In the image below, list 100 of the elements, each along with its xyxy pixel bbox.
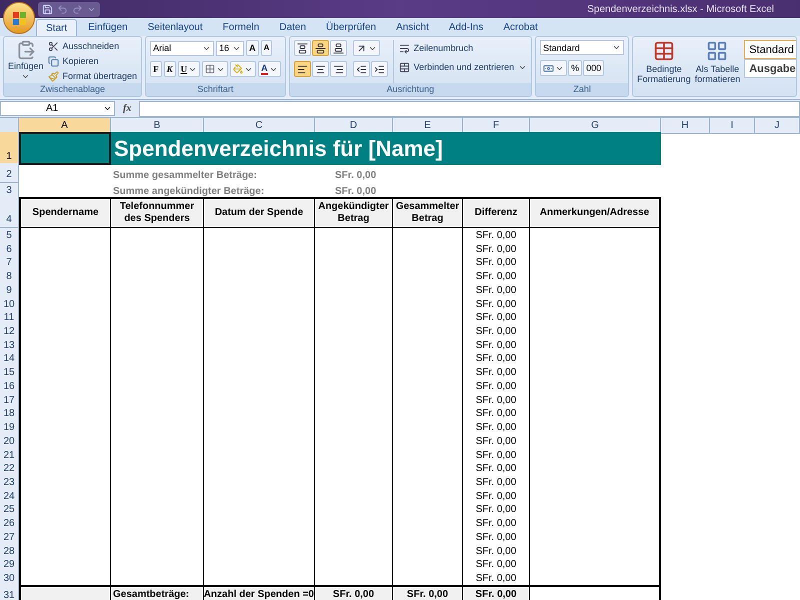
table-cell: SFr. 0,00: [463, 392, 530, 409]
save-icon[interactable]: [42, 4, 53, 14]
font-color-button[interactable]: A: [258, 61, 281, 77]
thousands-button[interactable]: 000: [583, 60, 604, 76]
underline-button[interactable]: U: [178, 61, 200, 77]
ribbon-tab[interactable]: Einfügen: [79, 19, 137, 36]
number-format-field[interactable]: Standard: [540, 40, 624, 55]
font-name-field[interactable]: Arial: [150, 40, 214, 56]
fill-color-button[interactable]: [230, 61, 256, 77]
selected-cell[interactable]: [19, 132, 111, 165]
bold-button[interactable]: F: [150, 61, 162, 77]
name-box[interactable]: A1: [0, 101, 115, 116]
align-middle-button[interactable]: [312, 40, 329, 56]
align-icon: [314, 42, 326, 54]
table-cell: SFr. 0,00: [463, 242, 530, 258]
paste-button[interactable]: Einfügen: [8, 40, 44, 83]
format-painter-button[interactable]: Format übertragen: [48, 70, 138, 82]
caret-icon: [612, 43, 622, 52]
row-header[interactable]: 2: [0, 163, 19, 183]
copy-icon: [48, 56, 59, 66]
grow-font-button[interactable]: A: [246, 40, 259, 56]
copy-button[interactable]: Kopieren: [48, 55, 138, 67]
merge-button[interactable]: Verbinden und zentrieren: [398, 61, 528, 73]
ribbon-tab[interactable]: Start: [36, 19, 78, 36]
cell-style[interactable]: Standard: [744, 40, 796, 59]
ribbon-tab[interactable]: Acrobat: [494, 19, 547, 36]
increase-indent-button[interactable]: [370, 61, 388, 77]
table-cell: SFr. 0,00: [463, 530, 530, 546]
table-cell: SFr. 0,00: [463, 296, 530, 313]
column-heading: Angekündigter Betrag: [315, 197, 393, 228]
function-label[interactable]: fx: [119, 101, 136, 116]
table-cell: SFr. 0,00: [463, 255, 530, 272]
table-cell: SFr. 0,00: [463, 516, 530, 532]
align-top-button[interactable]: [294, 40, 311, 56]
title-cell: Spendenverzeichnis für [Name]: [111, 132, 661, 165]
banknote-icon: [543, 62, 554, 74]
column-header[interactable]: I: [710, 118, 755, 134]
row-header[interactable]: 31: [0, 584, 19, 600]
table-cell: SFr. 0,00: [463, 557, 530, 574]
table-cell: SFr. 0,00: [463, 406, 530, 422]
ribbon-tab[interactable]: Seitenlayout: [138, 19, 212, 36]
table-cell: SFr. 0,00: [463, 502, 530, 518]
align-icon: [314, 64, 326, 74]
table-cell: SFr. 0,00: [463, 378, 530, 395]
summary-value: SFr. 0,00: [334, 185, 378, 199]
table-cell: Anzahl der Spenden =0: [204, 584, 315, 600]
orientation-button[interactable]: [352, 40, 380, 56]
column-header[interactable]: H: [661, 118, 710, 134]
column-heading: Spendername: [19, 197, 111, 228]
italic-button[interactable]: K: [164, 61, 176, 77]
align-right-button[interactable]: [330, 61, 347, 77]
summary-label: Summe gesammelter Beträge:: [112, 169, 258, 183]
borders-button[interactable]: [202, 61, 228, 77]
cell-style[interactable]: Ausgabe: [744, 59, 796, 78]
window-title: Spendenverzeichnis.xlsx - Microsoft Excel: [587, 2, 775, 16]
column-heading: Datum der Spende: [204, 197, 315, 228]
align-bottom-button[interactable]: [330, 40, 347, 56]
ribbon-tab[interactable]: Überprüfen: [317, 19, 386, 36]
table-cell: SFr. 0,00: [463, 461, 530, 478]
font-size-field[interactable]: 16: [216, 40, 244, 56]
align-center-button[interactable]: [312, 61, 329, 77]
cut-button[interactable]: Ausschneiden: [48, 40, 138, 52]
table-cell: SFr. 0,00: [463, 351, 530, 368]
conditional-format-button[interactable]: Bedingte Formatierung: [637, 40, 691, 96]
percent-button[interactable]: %: [568, 60, 582, 76]
paintbrush-icon: [48, 70, 59, 82]
table-cell: Gesamtbeträge:: [111, 584, 204, 600]
wrap-text-button[interactable]: Zeilenumbruch: [398, 42, 528, 54]
row-header[interactable]: 1: [0, 132, 19, 165]
table-cell: SFr. 0,00: [463, 338, 530, 354]
decrease-indent-button[interactable]: [352, 61, 370, 77]
shrink-font-button[interactable]: A: [260, 40, 272, 56]
orientation-icon: [356, 42, 367, 54]
align-left-button[interactable]: [294, 61, 311, 77]
group-label: Schriftart: [197, 82, 234, 96]
currency-button[interactable]: [540, 60, 568, 76]
table-cell: SFr. 0,00: [393, 584, 463, 600]
table-cell: SFr. 0,00: [463, 324, 530, 340]
ribbon-tab[interactable]: Add-Ins: [440, 19, 492, 36]
merge-icon: [398, 62, 410, 72]
column-header[interactable]: J: [755, 118, 800, 134]
group-label: Zwischenablage: [40, 82, 106, 96]
ribbon-tab[interactable]: Daten: [270, 19, 316, 36]
table-cell: SFr. 0,00: [463, 544, 530, 560]
row-header[interactable]: 4: [0, 197, 19, 228]
column-heading: Anmerkungen/Adresse: [530, 197, 661, 228]
grid-icon: [706, 40, 728, 62]
format-as-table-button[interactable]: Als Tabelle formatieren: [694, 40, 740, 96]
formula-field[interactable]: [139, 100, 800, 116]
wrap-icon: [398, 42, 410, 54]
table-icon: [652, 40, 675, 62]
column-heading: Telefonnummer des Spenders: [111, 197, 204, 228]
align-icon: [332, 42, 344, 54]
table-cell: SFr. 0,00: [463, 420, 530, 436]
table-cell: SFr. 0,00: [463, 474, 530, 491]
table-cell: SFr. 0,00: [463, 434, 530, 450]
ribbon-tab[interactable]: Ansicht: [387, 19, 438, 36]
align-icon: [296, 64, 308, 74]
ribbon-tab[interactable]: Formeln: [214, 19, 268, 36]
clipboard-icon: [16, 40, 36, 60]
